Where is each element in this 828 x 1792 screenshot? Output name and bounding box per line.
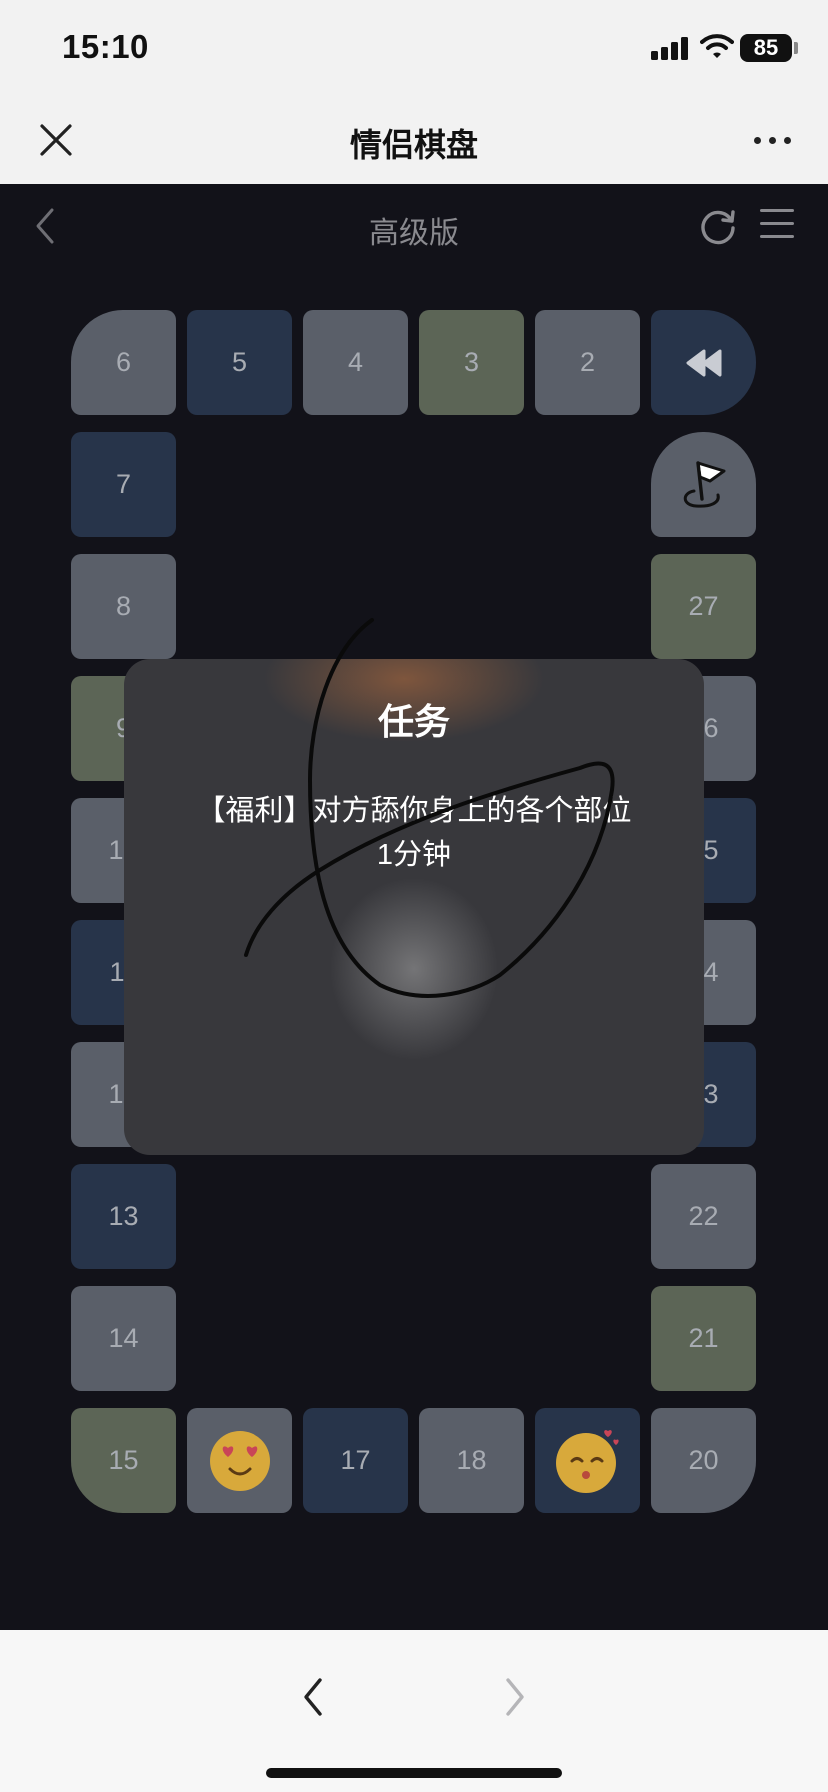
board-cell-18: 18: [419, 1408, 524, 1513]
page-title: 情侣棋盘: [349, 127, 478, 163]
flag-icon: [683, 460, 725, 508]
board-cell-16: [187, 1408, 292, 1513]
board-cell-2: 2: [535, 310, 640, 415]
home-indicator: [266, 1768, 562, 1778]
task-description: 【福利】对方舔你身上的各个部位 1分钟: [164, 789, 664, 877]
battery-cap: [794, 42, 798, 54]
board-cell-27: 27: [651, 554, 756, 659]
wifi-icon: [700, 34, 734, 58]
modal-title: 任务: [377, 701, 450, 742]
game-area: 高级版 6 5 4 3 2 7 8 9 10 11 12 13 14 27 26…: [0, 184, 828, 1630]
more-options-icon[interactable]: [750, 128, 796, 152]
cellular-signal-icon: [651, 36, 691, 60]
task-modal[interactable]: 任务 【福利】对方舔你身上的各个部位 1分钟: [124, 659, 704, 1155]
menu-icon[interactable]: [760, 206, 796, 242]
board-cell-start: [651, 310, 756, 415]
board-cell-3: 3: [419, 310, 524, 415]
board-cell-13: 13: [71, 1164, 176, 1269]
kissing-face-emoji-icon: [555, 1429, 619, 1493]
rewind-icon: [686, 349, 721, 376]
board-cell-4: 4: [303, 310, 408, 415]
board-cell-8: 8: [71, 554, 176, 659]
status-bar: 15:10 85: [0, 0, 828, 98]
forward-icon[interactable]: [498, 1672, 532, 1722]
board-cell-21: 21: [651, 1286, 756, 1391]
task-text-line-2: 1分钟: [376, 839, 452, 871]
task-text-line-1: 【福利】对方舔你身上的各个部位: [196, 795, 632, 827]
board-cell-6: 6: [71, 310, 176, 415]
board-cell-14: 14: [71, 1286, 176, 1391]
board-cell-19: [535, 1408, 640, 1513]
refresh-icon[interactable]: [698, 206, 738, 246]
board-cell-5: 5: [187, 310, 292, 415]
back-icon[interactable]: [296, 1672, 330, 1722]
bottom-toolbar: [0, 1630, 828, 1792]
nav-bar: 情侣棋盘: [0, 98, 828, 184]
battery-indicator: 85: [740, 34, 792, 62]
board-cell-finish: [651, 432, 756, 537]
board-cell-17: 17: [303, 1408, 408, 1513]
board-cell-7: 7: [71, 432, 176, 537]
board-cell-22: 22: [651, 1164, 756, 1269]
board-cell-15: 15: [71, 1408, 176, 1513]
board-cell-20: 20: [651, 1408, 756, 1513]
heart-eyes-emoji-icon: [209, 1430, 270, 1491]
status-time: 15:10: [62, 28, 149, 65]
